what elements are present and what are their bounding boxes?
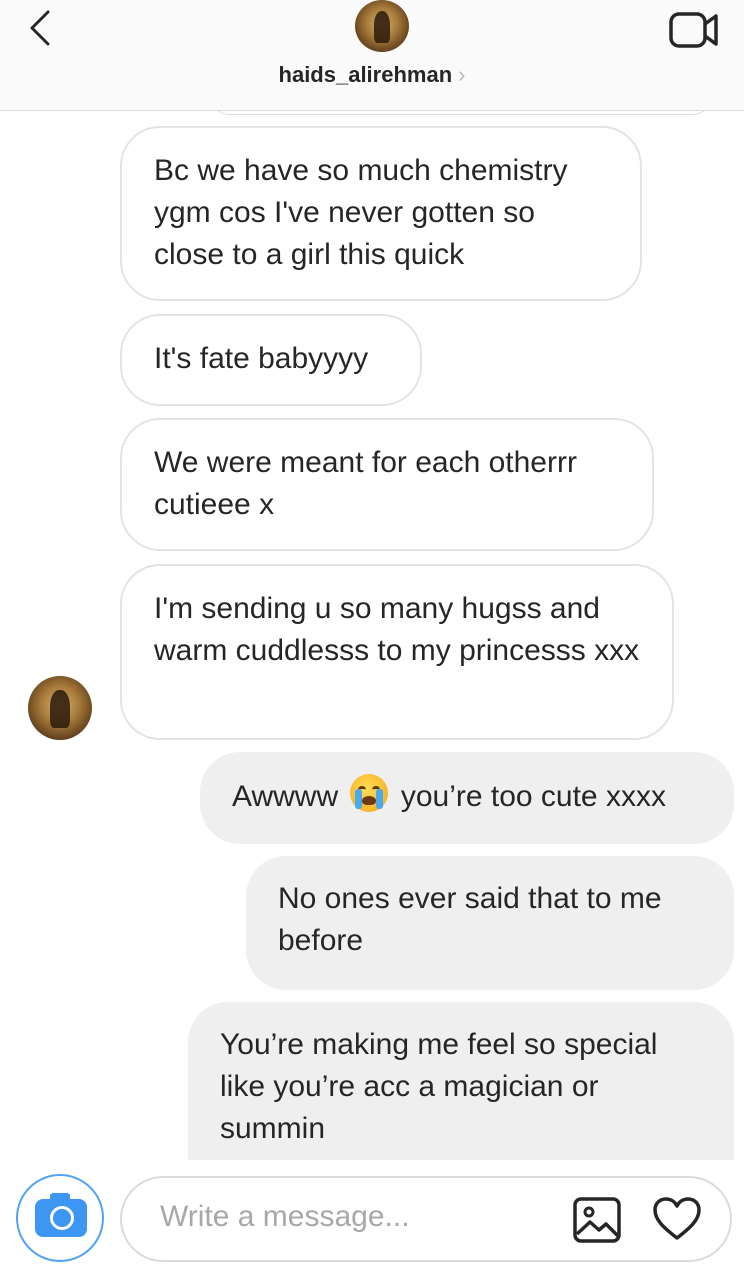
message-input[interactable]: Write a message... [120,1176,732,1262]
contact-username[interactable]: haids_alirehman › [0,62,744,88]
crying-face-emoji [350,774,389,812]
message-text-after: you’re too cute xxxx [400,780,666,813]
incoming-message[interactable]: Bc we have so much chemistry ygm cos I'v… [120,126,642,301]
camera-button[interactable] [16,1174,104,1262]
camera-icon [35,1193,87,1237]
heart-icon [653,1197,701,1240]
message-text-before: Awwww [232,780,339,813]
message-text: It's fate babyyyy [154,342,369,375]
avatar-figure [50,690,70,729]
username-text: haids_alirehman [278,62,453,87]
message-text: We were meant for each otherrr cutieee x [154,446,577,521]
incoming-message[interactable]: It's fate babyyyy [120,314,422,406]
image-gallery-icon [573,1197,621,1243]
message-input-placeholder: Write a message... [160,1200,410,1233]
message-composer: Write a message... [0,1160,744,1278]
sender-avatar[interactable] [28,676,92,740]
incoming-message[interactable]: I'm sending u so many hugss and warm cud… [120,564,674,740]
gallery-button[interactable] [572,1196,622,1244]
incoming-message[interactable]: We were meant for each otherrr cutieee x [120,418,654,551]
chevron-left-icon [30,10,50,46]
message-text: No ones ever said that to me before [278,882,662,957]
message-text: You’re making me feel so special like yo… [220,1028,658,1145]
chevron-right-icon: › [458,62,466,87]
outgoing-message[interactable]: No ones ever said that to me before [246,856,734,990]
contact-avatar[interactable] [355,0,409,52]
like-button[interactable] [652,1196,702,1242]
video-call-button[interactable] [668,10,720,50]
back-button[interactable] [22,6,62,46]
avatar-figure [373,11,391,43]
outgoing-message[interactable]: Awwww you’re too cute xxxx [200,752,734,844]
message-text: Bc we have so much chemistry ygm cos I'v… [154,154,568,271]
video-camera-icon [669,12,718,48]
message-text: I'm sending u so many hugss and warm cud… [154,592,640,667]
chat-header: haids_alirehman › [0,0,744,111]
